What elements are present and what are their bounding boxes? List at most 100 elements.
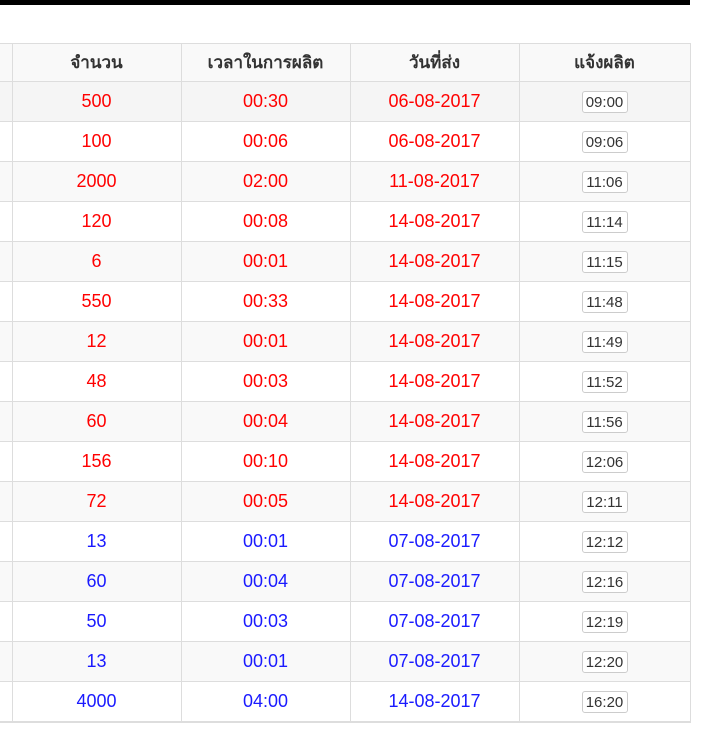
cell-delivery-date: 07-08-2017 <box>349 561 520 602</box>
cell-delivery-date: 14-08-2017 <box>349 361 520 402</box>
cell-production-time: 00:08 <box>180 201 351 242</box>
notify-time-button[interactable]: 12:06 <box>581 450 628 473</box>
cell-production-time: 00:04 <box>180 561 351 602</box>
notify-time-button[interactable]: 11:49 <box>581 330 628 353</box>
cell-quantity: 500 <box>11 81 182 122</box>
cell-hidden <box>0 521 13 562</box>
cell-quantity: 13 <box>11 641 182 682</box>
cell-quantity: 50 <box>11 601 182 642</box>
top-border-bar <box>0 0 690 5</box>
notify-time-button[interactable]: 09:00 <box>581 90 628 113</box>
cell-notify-production: 09:06 <box>518 121 691 162</box>
table-body: 500 00:30 06-08-2017 09:00 100 00:06 06-08-201… <box>0 81 691 722</box>
cell-notify-production: 12:11 <box>518 481 691 522</box>
cell-production-time: 02:00 <box>180 161 351 202</box>
cell-delivery-date: 14-08-2017 <box>349 401 520 442</box>
cell-quantity: 6 <box>11 241 182 282</box>
cell-notify-production: 12:12 <box>518 521 691 562</box>
notify-time-button[interactable]: 12:12 <box>581 530 628 553</box>
table-row: 48 00:03 14-08-2017 11:52 <box>0 361 691 402</box>
table-row: 120 00:08 14-08-2017 11:14 <box>0 201 691 242</box>
notify-time-button[interactable]: 16:20 <box>581 690 628 713</box>
cell-notify-production: 11:52 <box>518 361 691 402</box>
cell-delivery-date: 07-08-2017 <box>349 521 520 562</box>
cell-hidden <box>0 201 13 242</box>
cell-production-time: 00:05 <box>180 481 351 522</box>
cell-quantity: 2000 <box>11 161 182 202</box>
table-row: 500 00:30 06-08-2017 09:00 <box>0 81 691 122</box>
cell-delivery-date: 14-08-2017 <box>349 201 520 242</box>
notify-time-button[interactable]: 11:56 <box>581 410 628 433</box>
notify-time-button[interactable]: 12:19 <box>581 610 628 633</box>
cell-production-time: 00:06 <box>180 121 351 162</box>
cell-hidden <box>0 481 13 522</box>
cell-notify-production: 09:00 <box>518 81 691 122</box>
column-header-production-time: เวลาในการผลิต <box>180 43 351 82</box>
table-row: 72 00:05 14-08-2017 12:11 <box>0 481 691 522</box>
notify-time-button[interactable]: 11:06 <box>581 170 628 193</box>
cell-production-time: 00:30 <box>180 81 351 122</box>
cell-delivery-date: 07-08-2017 <box>349 641 520 682</box>
cell-hidden <box>0 241 13 282</box>
cell-quantity: 60 <box>11 561 182 602</box>
notify-time-button[interactable]: 11:52 <box>581 370 628 393</box>
cell-production-time: 00:01 <box>180 641 351 682</box>
column-header-hidden <box>0 43 13 82</box>
table-row: 6 00:01 14-08-2017 11:15 <box>0 241 691 282</box>
cell-delivery-date: 14-08-2017 <box>349 241 520 282</box>
table-row: 13 00:01 07-08-2017 12:12 <box>0 521 691 562</box>
cell-hidden <box>0 161 13 202</box>
table-row: 2000 02:00 11-08-2017 11:06 <box>0 161 691 202</box>
cell-hidden <box>0 441 13 482</box>
cell-quantity: 13 <box>11 521 182 562</box>
cell-notify-production: 12:19 <box>518 601 691 642</box>
cell-production-time: 00:01 <box>180 521 351 562</box>
table-header-row: จำนวน เวลาในการผลิต วันที่ส่ง แจ้งผลิต <box>0 43 691 82</box>
notify-time-button[interactable]: 12:16 <box>581 570 628 593</box>
cell-delivery-date: 14-08-2017 <box>349 281 520 322</box>
notify-time-button[interactable]: 11:48 <box>581 290 628 313</box>
cell-notify-production: 11:48 <box>518 281 691 322</box>
column-header-quantity: จำนวน <box>11 43 182 82</box>
cell-production-time: 04:00 <box>180 681 351 722</box>
cell-notify-production: 11:56 <box>518 401 691 442</box>
cell-production-time: 00:01 <box>180 321 351 362</box>
cell-hidden <box>0 81 13 122</box>
cell-production-time: 00:03 <box>180 601 351 642</box>
cell-hidden <box>0 361 13 402</box>
cell-production-time: 00:03 <box>180 361 351 402</box>
cell-notify-production: 12:20 <box>518 641 691 682</box>
production-schedule-table: จำนวน เวลาในการผลิต วันที่ส่ง แจ้งผลิต 5… <box>0 43 691 722</box>
cell-notify-production: 12:16 <box>518 561 691 602</box>
cell-production-time: 00:01 <box>180 241 351 282</box>
cell-notify-production: 11:06 <box>518 161 691 202</box>
cell-production-time: 00:33 <box>180 281 351 322</box>
cell-hidden <box>0 641 13 682</box>
notify-time-button[interactable]: 12:11 <box>581 490 628 513</box>
cell-delivery-date: 06-08-2017 <box>349 121 520 162</box>
cell-quantity: 4000 <box>11 681 182 722</box>
notify-time-button[interactable]: 09:06 <box>581 130 628 153</box>
cell-notify-production: 11:15 <box>518 241 691 282</box>
cell-quantity: 48 <box>11 361 182 402</box>
cell-production-time: 00:10 <box>180 441 351 482</box>
table-row: 12 00:01 14-08-2017 11:49 <box>0 321 691 362</box>
table-row: 13 00:01 07-08-2017 12:20 <box>0 641 691 682</box>
cell-notify-production: 11:49 <box>518 321 691 362</box>
cell-delivery-date: 14-08-2017 <box>349 321 520 362</box>
table-row: 156 00:10 14-08-2017 12:06 <box>0 441 691 482</box>
notify-time-button[interactable]: 11:14 <box>581 210 628 233</box>
cell-quantity: 100 <box>11 121 182 162</box>
cell-delivery-date: 14-08-2017 <box>349 441 520 482</box>
table-row: 550 00:33 14-08-2017 11:48 <box>0 281 691 322</box>
table-row: 100 00:06 06-08-2017 09:06 <box>0 121 691 162</box>
cell-hidden <box>0 561 13 602</box>
cell-hidden <box>0 121 13 162</box>
cell-delivery-date: 11-08-2017 <box>349 161 520 202</box>
production-schedule-panel: จำนวน เวลาในการผลิต วันที่ส่ง แจ้งผลิต 5… <box>0 43 691 723</box>
cell-hidden <box>0 401 13 442</box>
notify-time-button[interactable]: 12:20 <box>581 650 628 673</box>
notify-time-button[interactable]: 11:15 <box>581 250 628 273</box>
cell-hidden <box>0 601 13 642</box>
cell-delivery-date: 14-08-2017 <box>349 681 520 722</box>
